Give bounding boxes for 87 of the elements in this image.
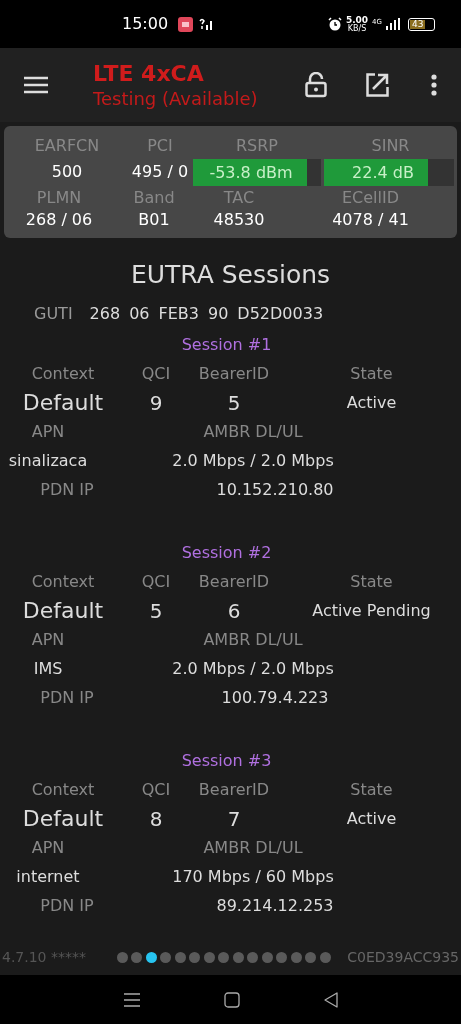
status-time: 15:00	[122, 13, 169, 35]
more-options-icon[interactable]	[431, 74, 437, 96]
guti-value: 90	[208, 303, 229, 325]
state-value: Active	[345, 392, 398, 414]
apn-label: APN	[30, 837, 66, 859]
column-label: EARFCN	[33, 135, 101, 157]
speed-value: 5.00	[345, 15, 369, 25]
guti-label: GUTI	[34, 303, 73, 325]
back-icon[interactable]	[323, 991, 338, 1008]
home-icon[interactable]	[223, 991, 240, 1008]
pdn-ip-value: 89.214.12.253	[215, 895, 335, 917]
guti-value: FEB3	[158, 303, 199, 325]
ambr-value: 2.0 Mbps / 2.0 Mbps	[171, 450, 335, 472]
column-label: QCI	[140, 363, 172, 385]
column-label: BearerID	[197, 571, 271, 593]
ambr-label: AMBR DL/UL	[202, 837, 304, 859]
bearer-id-value: 6	[226, 598, 242, 625]
unlocked-padlock-icon[interactable]	[305, 72, 327, 98]
app-version: 4.7.10 *****	[2, 948, 86, 967]
qci-value: 8	[148, 806, 164, 833]
meter-reading: -53.8 dBm	[208, 161, 294, 184]
column-label: QCI	[140, 571, 172, 593]
recents-icon[interactable]	[123, 992, 140, 1007]
column-label: PLMN	[35, 187, 83, 209]
ambr-label: AMBR DL/UL	[202, 629, 304, 651]
pdn-ip-label: PDN IP	[39, 895, 95, 917]
cell-value: 268 / 06	[24, 209, 94, 231]
column-label: SINR	[370, 135, 411, 157]
guti-value: 268	[89, 303, 121, 325]
apn-label: APN	[30, 629, 66, 651]
ambr-value: 170 Mbps / 60 Mbps	[171, 866, 335, 888]
ambr-label: AMBR DL/UL	[202, 421, 304, 443]
menu-icon[interactable]	[24, 76, 48, 94]
app-subtitle: Testing (Available)	[93, 87, 258, 110]
recorder-icon	[178, 16, 194, 32]
column-label: BearerID	[197, 779, 271, 801]
apn-value: IMS	[32, 658, 64, 680]
column-label: Context	[30, 571, 96, 593]
guti-value: 06	[129, 303, 150, 325]
column-label: PCI	[146, 135, 174, 157]
battery-indicator: 43	[408, 17, 435, 31]
bearer-id-value: 7	[226, 806, 242, 833]
cell-value: 48530	[212, 209, 266, 231]
speed-unit: KB/S	[347, 24, 367, 33]
cell-signal-icon	[386, 18, 400, 30]
column-label: State	[349, 571, 394, 593]
earfcn-value: 500	[50, 161, 84, 183]
column-label: QCI	[140, 779, 172, 801]
qci-value: 5	[148, 598, 164, 625]
meter-reading: 22.4 dB	[351, 161, 415, 184]
column-label: Context	[30, 363, 96, 385]
column-label: State	[349, 363, 394, 385]
pdn-ip-label: PDN IP	[39, 479, 95, 501]
context-value: Default	[21, 597, 105, 625]
bearer-id-value: 5	[226, 390, 242, 417]
alarm-icon	[327, 17, 342, 31]
column-label: Band	[132, 187, 176, 209]
apn-value: internet	[15, 866, 81, 888]
state-value: Active Pending	[311, 600, 432, 622]
column-label: State	[349, 779, 394, 801]
section-title: EUTRA Sessions	[129, 259, 332, 291]
ambr-value: 2.0 Mbps / 2.0 Mbps	[171, 658, 335, 680]
signal-icon	[199, 18, 214, 30]
column-label: RSRP	[234, 135, 279, 157]
pci-value: 495 / 0	[130, 161, 190, 183]
column-label: Context	[30, 779, 96, 801]
session-title: Session #1	[180, 334, 273, 356]
guti-value: D52D0033	[237, 303, 324, 325]
column-label: TAC	[222, 187, 256, 209]
app-title: LTE 4xCA	[93, 60, 205, 88]
apn-value: sinalizaca	[7, 450, 89, 472]
apn-label: APN	[30, 421, 66, 443]
pdn-ip-value: 10.152.210.80	[215, 479, 335, 501]
pdn-ip-value: 100.79.4.223	[220, 687, 330, 709]
session-title: Session #2	[180, 542, 273, 564]
external-link-icon[interactable]	[365, 73, 389, 97]
state-value: Active	[345, 808, 398, 830]
qci-value: 9	[148, 390, 164, 417]
session-title: Session #3	[180, 750, 273, 772]
context-value: Default	[21, 805, 105, 833]
column-label: ECellID	[340, 187, 401, 209]
context-value: Default	[21, 389, 105, 417]
cell-value: B01	[137, 209, 171, 231]
cell-value: 4078 / 41	[331, 209, 410, 231]
column-label: BearerID	[197, 363, 271, 385]
device-id: C0ED39ACC935	[347, 948, 459, 967]
pdn-ip-label: PDN IP	[39, 687, 95, 709]
